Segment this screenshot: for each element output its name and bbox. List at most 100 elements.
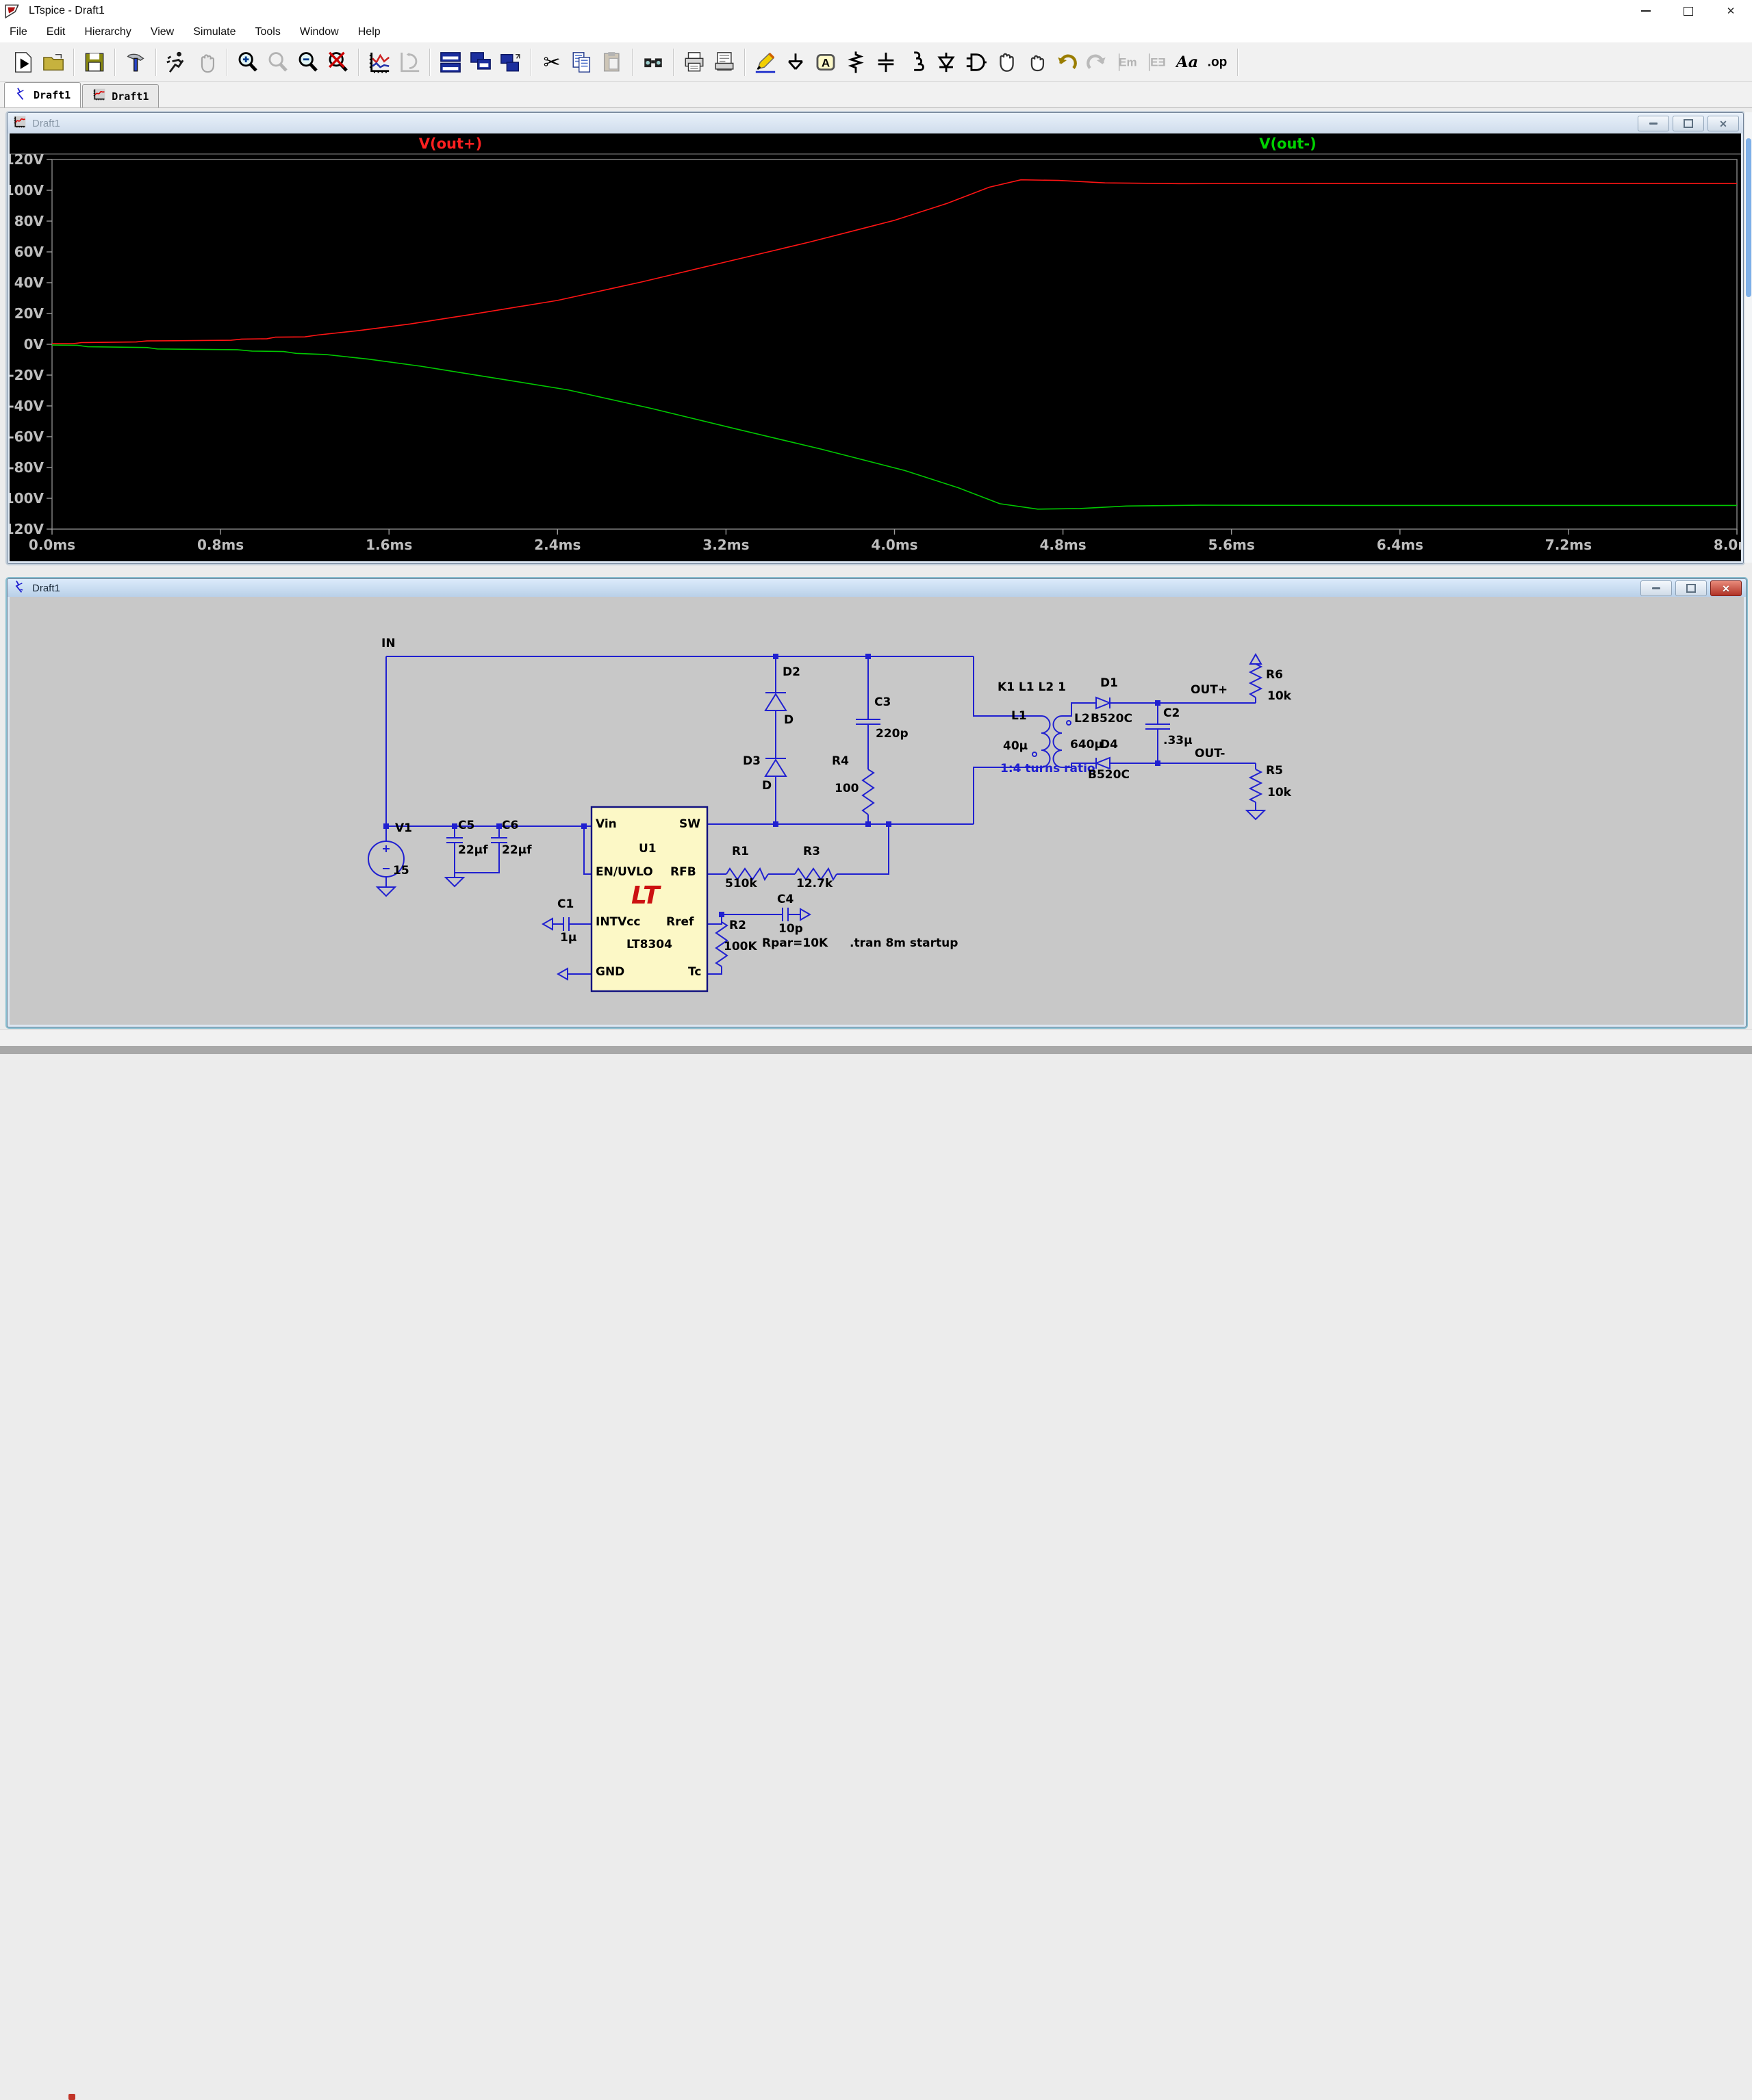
net-flag-intvcc bbox=[543, 919, 553, 930]
schematic-label-d2: D2 bbox=[783, 667, 800, 678]
resistor-r6 bbox=[1250, 664, 1261, 697]
ground-icon[interactable] bbox=[780, 47, 811, 77]
zoom-in-icon[interactable] bbox=[233, 47, 263, 77]
app-maximize-button[interactable] bbox=[1667, 0, 1710, 22]
menu-tools[interactable]: Tools bbox=[245, 23, 290, 41]
legend-V(out+)[interactable]: V(out+) bbox=[419, 136, 482, 152]
schematic-close-button[interactable]: ✕ bbox=[1710, 580, 1742, 596]
app-minimize-button[interactable] bbox=[1625, 0, 1667, 22]
tab-bar: Draft1Draft1 bbox=[0, 82, 1752, 108]
waveform-minimize-button[interactable] bbox=[1638, 116, 1669, 131]
tab-draft1-2[interactable]: Draft1 bbox=[82, 84, 159, 107]
control-panel-icon[interactable] bbox=[120, 47, 151, 77]
scrollbar-thumb[interactable] bbox=[1746, 138, 1751, 297]
print-icon[interactable] bbox=[679, 47, 709, 77]
waveform-plot-area[interactable]: V(out+)V(out-)120V100V80V60V40V20V0V-20V… bbox=[10, 133, 1741, 561]
schematic-label-r2: R2 bbox=[729, 920, 746, 932]
cascade-windows-icon[interactable] bbox=[496, 47, 526, 77]
schematic-label-d4: D4 bbox=[1100, 739, 1118, 751]
app-title-bar: LTspice - Draft1 ✕ bbox=[0, 0, 1752, 22]
waveform-window-titlebar[interactable]: Draft1 ✕ bbox=[8, 113, 1743, 133]
schematic-label-out-: OUT- bbox=[1195, 748, 1225, 760]
autorange-icon[interactable] bbox=[364, 47, 394, 77]
mirror-icon: Em bbox=[1112, 47, 1142, 77]
x-tick-7.2ms: 7.2ms bbox=[1545, 537, 1592, 553]
svg-text:Em: Em bbox=[1119, 55, 1137, 68]
schematic-label-c5: C5 bbox=[458, 820, 474, 832]
x-tick-4.8ms: 4.8ms bbox=[1040, 537, 1087, 553]
tab-draft1-1[interactable]: Draft1 bbox=[4, 82, 81, 107]
save-icon[interactable] bbox=[79, 47, 110, 77]
toolbar-separator bbox=[632, 49, 633, 76]
toolbar-separator bbox=[1237, 49, 1239, 76]
schematic-label-r3: R3 bbox=[803, 846, 820, 858]
print-preview-icon[interactable] bbox=[709, 47, 739, 77]
trace-V(out-)[interactable] bbox=[52, 345, 1737, 509]
schematic-window-title: Draft1 bbox=[32, 582, 60, 594]
ground-r5 bbox=[1247, 810, 1265, 819]
zoom-full-extents-icon[interactable] bbox=[323, 47, 353, 77]
find-icon[interactable] bbox=[638, 47, 668, 77]
rotate-icon: EƎ bbox=[1142, 47, 1172, 77]
tile-vertically-icon[interactable] bbox=[435, 47, 466, 77]
cut-icon[interactable]: ✂ bbox=[537, 47, 567, 77]
y-tick-0V: 0V bbox=[24, 336, 45, 353]
menu-window[interactable]: Window bbox=[290, 23, 348, 41]
taskbar-icon-fragment bbox=[68, 2094, 75, 2100]
trace-V(out+)[interactable] bbox=[52, 180, 1737, 344]
schematic-canvas[interactable]: LT INV115C522µfC622µfC11µVinSWU1EN/UVLOR… bbox=[10, 597, 1744, 1025]
schematic-label-k1l1l21: K1 L1 L2 1 bbox=[998, 682, 1066, 693]
schematic-label-rpar10k: Rpar=10K bbox=[762, 938, 828, 949]
open-icon[interactable] bbox=[38, 47, 68, 77]
svg-text:A: A bbox=[822, 56, 830, 69]
spice-directive-icon[interactable]: .op bbox=[1202, 47, 1232, 77]
schematic-label-r4: R4 bbox=[832, 756, 849, 767]
schematic-minimize-button[interactable] bbox=[1640, 580, 1672, 596]
component-icon[interactable] bbox=[961, 47, 991, 77]
schematic-label-c2: C2 bbox=[1163, 708, 1180, 719]
new-schematic-icon[interactable] bbox=[8, 47, 38, 77]
diode-icon[interactable] bbox=[931, 47, 961, 77]
net-label-icon[interactable]: A bbox=[811, 47, 841, 77]
move-icon[interactable] bbox=[991, 47, 1021, 77]
resistor-icon[interactable] bbox=[841, 47, 871, 77]
menu-view[interactable]: View bbox=[141, 23, 183, 41]
toolbar-separator bbox=[227, 49, 228, 76]
schematic-label-d: D bbox=[762, 780, 772, 792]
legend-V(out-)[interactable]: V(out-) bbox=[1259, 136, 1317, 152]
menu-simulate[interactable]: Simulate bbox=[183, 23, 245, 41]
schematic-window-titlebar[interactable]: Draft1 ✕ bbox=[8, 579, 1746, 597]
run-icon[interactable] bbox=[162, 47, 192, 77]
zoom-out-icon[interactable] bbox=[293, 47, 323, 77]
waveform-doc-icon bbox=[92, 88, 106, 105]
schematic-label-d1: D1 bbox=[1100, 678, 1118, 689]
app-close-button[interactable]: ✕ bbox=[1710, 0, 1752, 22]
capacitor-icon[interactable] bbox=[871, 47, 901, 77]
pan-plot-icon bbox=[394, 47, 424, 77]
waveform-close-button[interactable]: ✕ bbox=[1707, 116, 1739, 131]
undo-icon[interactable] bbox=[1052, 47, 1082, 77]
menu-file[interactable]: File bbox=[0, 23, 37, 41]
schematic-restore-button[interactable] bbox=[1675, 580, 1707, 596]
wire-icon[interactable] bbox=[750, 47, 780, 77]
menu-hierarchy[interactable]: Hierarchy bbox=[75, 23, 140, 41]
y-tick-60V: 60V bbox=[14, 244, 45, 260]
text-icon[interactable]: Aa bbox=[1172, 47, 1202, 77]
phase-dot-l2 bbox=[1067, 721, 1071, 725]
mdi-vertical-scrollbar[interactable] bbox=[1744, 112, 1752, 563]
schematic-label-10k: 10k bbox=[1267, 691, 1291, 702]
schematic-label-1: 1µ bbox=[560, 932, 576, 944]
drag-icon[interactable] bbox=[1021, 47, 1052, 77]
tile-horizontally-icon[interactable] bbox=[466, 47, 496, 77]
schematic-label-out+: OUT+ bbox=[1191, 684, 1228, 696]
waveform-restore-button[interactable] bbox=[1673, 116, 1704, 131]
x-tick-8.0ms: 8.0ms bbox=[1714, 537, 1741, 553]
resistor-r4 bbox=[863, 769, 874, 815]
copy-icon[interactable] bbox=[567, 47, 597, 77]
schematic-label-l2: L2 bbox=[1074, 713, 1090, 725]
menu-edit[interactable]: Edit bbox=[37, 23, 75, 41]
inductor-icon[interactable] bbox=[901, 47, 931, 77]
ground-c5c6 bbox=[446, 878, 464, 886]
schematic-label-enuvlo: EN/UVLO bbox=[596, 867, 653, 878]
menu-help[interactable]: Help bbox=[348, 23, 390, 41]
